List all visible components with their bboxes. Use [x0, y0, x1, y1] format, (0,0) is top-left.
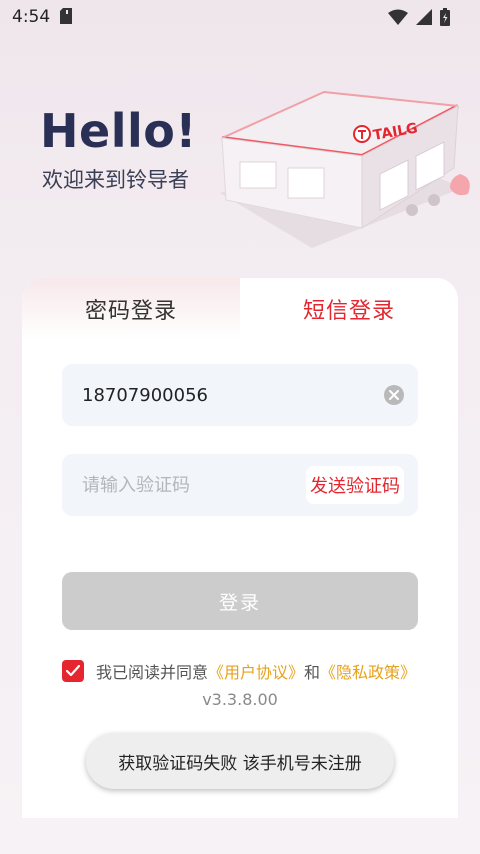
battery-icon	[440, 8, 450, 26]
x-mark-icon	[389, 390, 399, 400]
check-icon	[66, 665, 80, 677]
status-bar: 4:54	[0, 0, 480, 34]
signal-icon	[416, 9, 432, 25]
agreement-row: 我已阅读并同意《用户协议》和《隐私政策》	[62, 658, 452, 684]
status-time: 4:54	[12, 7, 51, 27]
privacy-policy-link[interactable]: 《隐私政策》	[320, 663, 416, 682]
phone-input[interactable]	[82, 364, 332, 426]
send-code-button[interactable]: 发送验证码	[306, 466, 404, 504]
status-icons	[388, 8, 450, 26]
user-agreement-link[interactable]: 《用户协议》	[208, 663, 304, 682]
version-label: v3.3.8.00	[202, 690, 278, 709]
greeting-title: Hello!	[40, 104, 197, 158]
clear-icon[interactable]	[384, 385, 404, 405]
agreement-and: 和	[304, 663, 321, 682]
agreement-text: 我已阅读并同意《用户协议》和《隐私政策》	[96, 659, 416, 683]
tab-sms-login[interactable]: 短信登录	[240, 278, 458, 340]
sd-card-icon	[60, 8, 72, 24]
agreement-checkbox[interactable]	[62, 660, 84, 682]
login-button[interactable]: 登录	[62, 572, 418, 630]
agreement-prefix: 我已阅读并同意	[96, 663, 209, 682]
store-illustration: TAILG	[220, 90, 470, 248]
wifi-icon	[388, 9, 408, 25]
tab-sms-login-label: 短信登录	[302, 299, 395, 324]
tab-password-login-label: 密码登录	[84, 299, 177, 324]
code-field: 发送验证码	[62, 454, 418, 516]
phone-field	[62, 364, 418, 426]
error-toast: 获取验证码失败 该手机号未注册	[86, 733, 394, 789]
welcome-text: 欢迎来到铃导者	[42, 168, 189, 192]
code-input[interactable]	[82, 454, 332, 516]
tab-password-login[interactable]: 密码登录	[22, 278, 240, 340]
